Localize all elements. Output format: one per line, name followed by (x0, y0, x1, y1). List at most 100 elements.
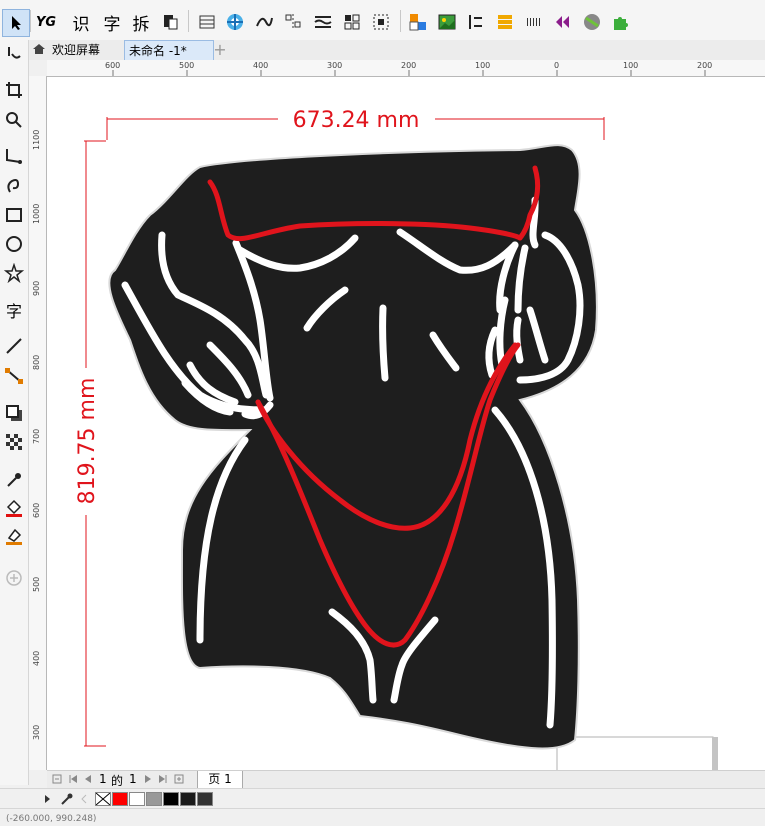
no-color-x-icon (95, 792, 111, 806)
checker-icon (6, 434, 22, 450)
ellipse-tool[interactable] (2, 232, 26, 256)
image-button[interactable] (434, 9, 460, 35)
color-swatch-charcoal[interactable] (197, 792, 213, 806)
page-border (556, 736, 714, 770)
tab-document[interactable]: 未命名 -1* (124, 40, 214, 60)
crop-tool[interactable] (2, 78, 26, 102)
star-icon (4, 263, 24, 283)
next-page-button[interactable] (142, 773, 154, 788)
page-tab[interactable]: 页 1 (197, 771, 243, 789)
rectangle-icon (6, 208, 22, 222)
fill-tool[interactable] (2, 496, 26, 520)
zi-label: 字 (103, 14, 121, 35)
pattern-button[interactable] (222, 9, 248, 35)
text-tool-label: 字 (5, 302, 22, 321)
lines-button[interactable] (310, 9, 336, 35)
page-current: 1 (99, 772, 107, 786)
vruler-label: 600 (32, 502, 41, 518)
shi-label: 识 (72, 14, 90, 35)
dimension-tool[interactable] (2, 334, 26, 358)
vruler-label: 400 (32, 650, 41, 666)
page-tab-label: 页 1 (208, 772, 232, 786)
tab-welcome-label: 欢迎屏幕 (52, 43, 101, 57)
select-frame-button[interactable] (368, 9, 394, 35)
color-button[interactable] (405, 9, 431, 35)
plugin-button[interactable] (608, 9, 634, 35)
align-icon (285, 14, 301, 30)
zoom-tool[interactable] (2, 108, 26, 132)
no-color-swatch[interactable] (95, 792, 111, 806)
freehand-pick-tool[interactable] (2, 42, 26, 66)
grid-button[interactable] (339, 9, 365, 35)
table-button[interactable] (194, 9, 220, 35)
rectangle-tool[interactable] (2, 203, 26, 227)
last-page-button[interactable] (157, 773, 169, 788)
plus-icon: + (213, 40, 227, 59)
eyedropper-tool[interactable] (2, 468, 26, 492)
eyedropper-icon (61, 793, 73, 805)
chai-label: 拆 (132, 14, 150, 35)
smart-fill-tool[interactable] (2, 524, 26, 548)
ball-button[interactable] (579, 9, 605, 35)
color-swatch-black[interactable] (163, 792, 179, 806)
list-button[interactable] (492, 9, 518, 35)
new-tab-button[interactable]: + (208, 40, 232, 60)
drawing-canvas[interactable]: 673.24 mm 819.75 mm (47, 77, 765, 770)
text-align-button[interactable] (463, 9, 489, 35)
ruler-origin[interactable] (29, 60, 48, 77)
text-tool[interactable]: 字 (2, 298, 26, 322)
smart-fill-icon (6, 528, 22, 545)
horizontal-ruler[interactable]: 600 500 400 300 200 100 0 100 200 (47, 60, 765, 77)
tab-document-label: 未命名 -1* (129, 44, 187, 58)
text-align-icon (469, 15, 482, 29)
list-icon (498, 15, 512, 29)
connector-tool[interactable] (2, 364, 26, 388)
polygon-tool[interactable] (2, 261, 26, 285)
pick-tool-button[interactable] (2, 9, 30, 37)
palette-scroll-left[interactable] (80, 793, 88, 808)
dimension-icon (6, 338, 22, 354)
vruler-label: 800 (32, 354, 41, 370)
align-button[interactable] (280, 9, 306, 35)
add-page-icon (52, 774, 62, 784)
hruler-label: 200 (697, 61, 713, 70)
hruler-label: 200 (401, 61, 417, 70)
palette-expand-button[interactable] (44, 793, 52, 808)
status-bar: (-260.000, 990.248) (0, 808, 765, 826)
next-page-icon (145, 775, 151, 783)
chai-button[interactable]: 拆 (128, 9, 154, 35)
vruler-label: 900 (32, 280, 41, 296)
connector-icon (5, 368, 23, 384)
artistic-media-tool[interactable] (2, 173, 26, 197)
color-swatch-gray[interactable] (146, 792, 162, 806)
yg-label: YG (35, 14, 57, 30)
grid-icon (344, 14, 360, 30)
prev-page-button[interactable] (82, 773, 94, 788)
hruler-label: 600 (105, 61, 121, 70)
hruler-label: 0 (554, 61, 560, 70)
tab-welcome[interactable]: 欢迎屏幕 (28, 40, 104, 60)
vertical-ruler[interactable]: 1100 1000 900 800 700 600 500 400 300 (29, 76, 47, 770)
zi-button[interactable]: 字 (99, 9, 125, 35)
function-button[interactable] (251, 9, 277, 35)
first-page-button[interactable] (67, 773, 79, 788)
first-page-icon (69, 775, 77, 783)
palette-eyedropper-button[interactable] (60, 792, 74, 809)
color-swatch-red[interactable] (112, 792, 128, 806)
freehand-tool[interactable] (2, 144, 26, 168)
add-page-before-button[interactable] (51, 773, 63, 788)
add-tool-button[interactable] (2, 566, 26, 590)
color-swatch-dark[interactable] (180, 792, 196, 806)
shi-button[interactable]: 识 (68, 9, 94, 35)
yg-plugin-button[interactable]: YG (33, 9, 59, 35)
barcode-button[interactable] (521, 9, 547, 35)
arrows-button[interactable] (550, 9, 576, 35)
copy-icon-button[interactable] (157, 9, 183, 35)
drop-shadow-tool[interactable] (2, 401, 26, 425)
transparency-tool[interactable] (2, 430, 26, 454)
hruler-label: 400 (253, 61, 269, 70)
add-page-after-button[interactable] (173, 773, 185, 788)
barcode-icon (527, 18, 540, 26)
color-swatch-white[interactable] (129, 792, 145, 806)
eyedropper-icon (7, 473, 21, 487)
